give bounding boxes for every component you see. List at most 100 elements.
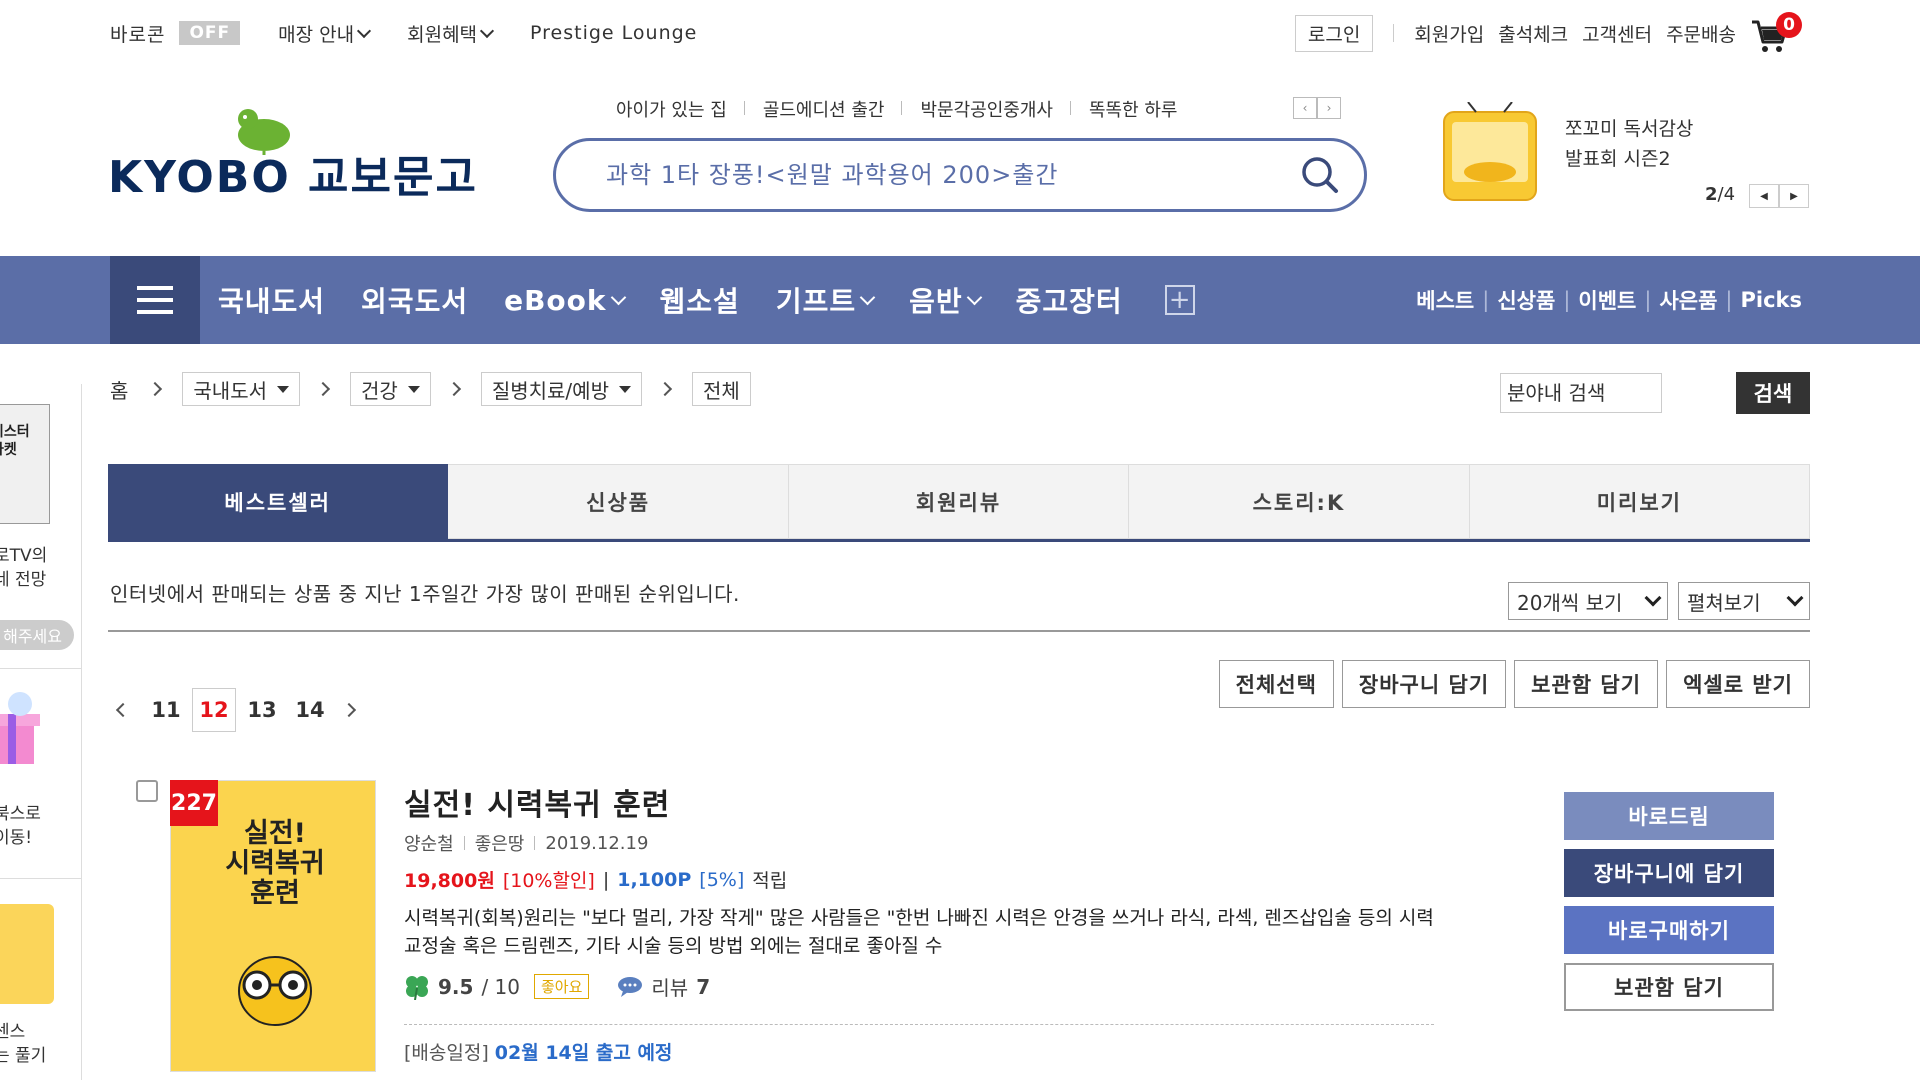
breadcrumb-select-level1[interactable]: 국내도서 — [182, 372, 301, 406]
gift-icon[interactable] — [0, 684, 50, 794]
reward-rate: [5%] — [699, 868, 745, 891]
nav-new[interactable]: 신상품 — [1497, 285, 1555, 315]
promo-page-total: /4 — [1717, 184, 1736, 205]
review-bubble-icon — [618, 976, 643, 997]
shipping-date: 02월 14일 출고 예정 — [494, 1042, 673, 1064]
nav-web-novel[interactable]: 웹소설 — [642, 280, 758, 320]
nav-quick-links: 베스트 | 신상품 | 이벤트 | 사은품 | Picks — [1416, 256, 1802, 344]
support-link[interactable]: 고객센터 — [1582, 20, 1652, 47]
tab-bestseller[interactable]: 베스트셀러 — [108, 464, 449, 539]
nav-event[interactable]: 이벤트 — [1578, 285, 1636, 315]
item-add-to-cart-button[interactable]: 장바구니에 담기 — [1564, 849, 1774, 897]
keyword-link[interactable]: 골드에디션 출간 — [745, 96, 903, 122]
page-link[interactable]: 11 — [144, 688, 188, 732]
barocon-label[interactable]: 바로콘 — [110, 20, 165, 47]
add-to-wishlist-button[interactable]: 보관함 담기 — [1514, 660, 1659, 708]
review-label[interactable]: 리뷰 — [651, 972, 688, 1001]
tab-preview[interactable]: 미리보기 — [1469, 464, 1811, 539]
export-excel-button[interactable]: 엑셀로 받기 — [1666, 660, 1810, 708]
side-banner-text[interactable]: 센스 는 풀기 — [0, 1020, 46, 1068]
view-mode-select[interactable]: 펼쳐보기 — [1678, 582, 1810, 620]
signup-link[interactable]: 회원가입 — [1414, 20, 1484, 47]
nav-foreign-books[interactable]: 외국도서 — [343, 280, 486, 320]
list-actions: 전체선택 장바구니 담기 보관함 담기 엑셀로 받기 — [1218, 660, 1810, 708]
ranking-description: 인터넷에서 판매되는 상품 중 지난 1주일간 가장 많이 판매된 순위입니다. — [110, 582, 740, 606]
breadcrumb: 홈 국내도서 건강 질병치료/예방 전체 — [110, 372, 751, 406]
page-link[interactable]: 14 — [288, 688, 332, 732]
kyobo-logo[interactable]: KYOBO 교보문고 — [108, 105, 476, 205]
product-publisher[interactable]: 좋은땅 — [475, 830, 525, 856]
prev-arrow-icon[interactable]: ‹ — [1293, 97, 1317, 119]
cover-title-text: 실전! 시력복귀 훈련 — [225, 818, 325, 909]
tab-new-products[interactable]: 신상품 — [448, 464, 789, 539]
promo-next-icon[interactable]: ▶ — [1779, 184, 1809, 208]
divider — [108, 630, 1810, 632]
product-meta: 양순철 좋은땅 2019.12.19 — [404, 830, 648, 856]
product-checkbox[interactable] — [136, 780, 158, 802]
breadcrumb-level4[interactable]: 전체 — [691, 372, 751, 406]
promo-line1: 쪼꼬미 독서감상 — [1565, 118, 1694, 140]
breadcrumb-select-level3[interactable]: 질병치료/예방 — [480, 372, 642, 406]
store-info-menu[interactable]: 매장 안내 — [278, 20, 372, 47]
baro-dream-button[interactable]: 바로드림 — [1564, 792, 1774, 840]
nav-ebook-label: eBook — [504, 283, 607, 317]
promo-prev-icon[interactable]: ◀ — [1749, 184, 1779, 208]
nav-gift[interactable]: 기프트 — [758, 280, 891, 320]
nav-ebook[interactable]: eBook — [486, 284, 641, 317]
select-all-button[interactable]: 전체선택 — [1218, 660, 1334, 708]
product-author[interactable]: 양순철 — [404, 830, 454, 856]
item-add-to-wishlist-button[interactable]: 보관함 담기 — [1564, 963, 1774, 1011]
items-per-page-select[interactable]: 20개씩 보기 — [1508, 582, 1668, 620]
member-benefit-menu[interactable]: 회원혜택 — [407, 20, 495, 47]
side-banner-button[interactable]: 해주세요 — [0, 620, 74, 650]
add-to-cart-button[interactable]: 장바구니 담기 — [1341, 660, 1507, 708]
category-search-button[interactable]: 검색 — [1736, 372, 1810, 414]
tab-story-k[interactable]: 스토리:K — [1129, 464, 1470, 539]
nav-picks[interactable]: Picks — [1740, 288, 1802, 312]
category-search-input[interactable] — [1500, 373, 1662, 413]
next-page-icon[interactable] — [341, 702, 357, 718]
breadcrumb-home[interactable]: 홈 — [110, 375, 128, 404]
keyword-link[interactable]: 똑똑한 하루 — [1071, 96, 1196, 122]
side-banner-text[interactable]: 로TV의 네 전망 — [0, 544, 47, 592]
side-banner-text[interactable]: 북스로 이동! — [0, 802, 41, 850]
hamburger-icon — [137, 298, 173, 302]
search-icon[interactable] — [1300, 155, 1340, 195]
page-link-current[interactable]: 12 — [192, 688, 236, 732]
divider: | — [1482, 288, 1490, 312]
divider — [0, 668, 81, 669]
search-input[interactable] — [606, 161, 1300, 189]
nav-gifts[interactable]: 사은품 — [1659, 285, 1717, 315]
nav-used-market[interactable]: 중고장터 — [998, 280, 1141, 320]
keyword-link[interactable]: 아이가 있는 집 — [598, 96, 745, 122]
cart-button[interactable]: 0 — [1750, 12, 1802, 52]
side-banner-image[interactable]: 미스터 마켓 — [0, 404, 50, 524]
login-button[interactable]: 로그인 — [1294, 14, 1374, 52]
prestige-lounge-link[interactable]: Prestige Lounge — [530, 22, 697, 44]
keyword-link[interactable]: 박문각공인중개사 — [902, 96, 1072, 122]
review-count[interactable]: 7 — [696, 975, 710, 999]
breadcrumb-select-level2[interactable]: 건강 — [350, 372, 431, 406]
plus-icon[interactable]: + — [1164, 285, 1195, 315]
category-nav: 국내도서 외국도서 eBook 웹소설 기프트 음반 중고장터 + — [200, 256, 1195, 344]
order-delivery-link[interactable]: 주문배송 — [1666, 20, 1736, 47]
side-banner-image[interactable] — [0, 904, 54, 1004]
nav-music[interactable]: 음반 — [891, 280, 998, 320]
hamburger-menu-button[interactable] — [110, 256, 200, 344]
barocon-toggle[interactable]: OFF — [179, 21, 241, 45]
shipping-label: [배송일정] — [404, 1042, 489, 1064]
prev-page-icon[interactable] — [115, 702, 131, 718]
attendance-link[interactable]: 출석체크 — [1498, 20, 1568, 47]
side-banner-img-text: 미스터 마켓 — [0, 424, 30, 458]
tab-member-review[interactable]: 회원리뷰 — [788, 464, 1130, 539]
promo-banner-text[interactable]: 쪼꼬미 독서감상 발표회 시즌2 — [1565, 114, 1693, 174]
buy-now-button[interactable]: 바로구매하기 — [1564, 906, 1774, 954]
promo-banner-image[interactable] — [1440, 101, 1540, 204]
next-arrow-icon[interactable]: › — [1317, 97, 1341, 119]
product-title[interactable]: 실전! 시력복귀 훈련 — [404, 780, 670, 824]
rating-score: 9.5 — [438, 974, 474, 999]
nav-domestic-books[interactable]: 국내도서 — [200, 280, 343, 320]
nav-best[interactable]: 베스트 — [1416, 285, 1474, 315]
product-rating: 9.5 / 10 좋아요 리뷰 7 — [404, 972, 710, 1001]
page-link[interactable]: 13 — [240, 688, 284, 732]
